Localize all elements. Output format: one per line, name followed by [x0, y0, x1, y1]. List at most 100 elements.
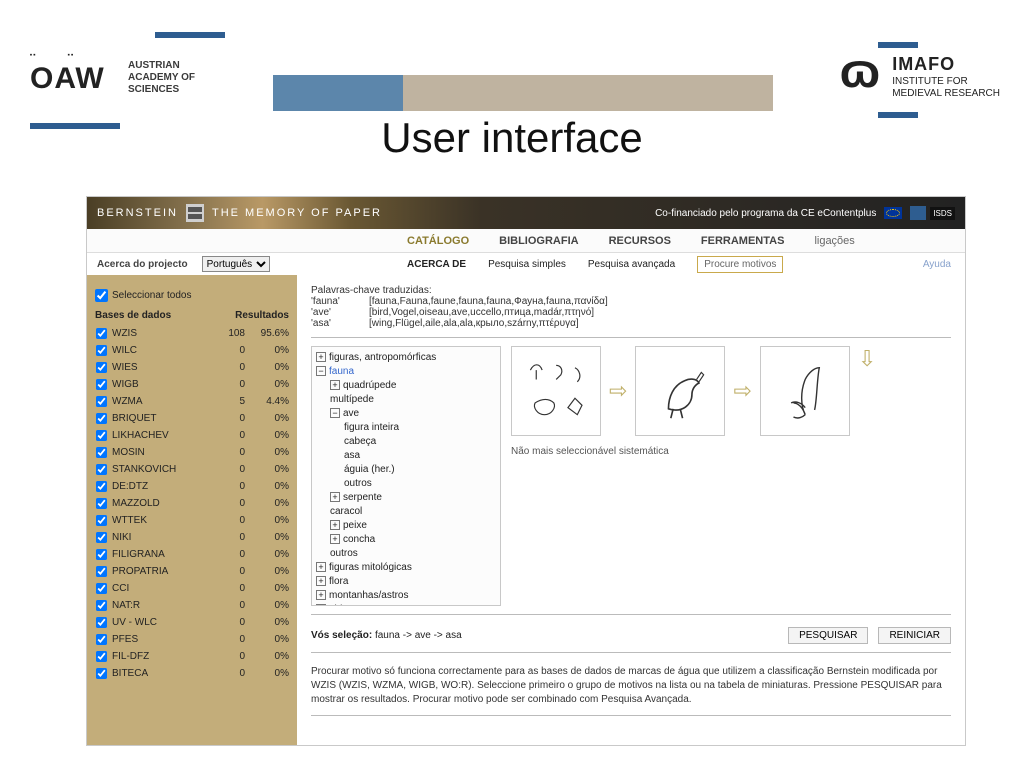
about-project-link[interactable]: Acerca do projecto [97, 259, 188, 270]
brand-name: BERNSTEIN [97, 207, 178, 219]
bird-icon [645, 356, 715, 426]
select-all-checkbox[interactable] [95, 289, 108, 302]
db-checkbox[interactable] [96, 396, 107, 407]
db-checkbox[interactable] [96, 566, 107, 577]
db-checkbox[interactable] [96, 328, 107, 339]
expand-icon[interactable]: + [330, 520, 340, 530]
nav-ferr[interactable]: FERRAMENTAS [701, 235, 785, 247]
expand-icon[interactable]: + [330, 534, 340, 544]
nav-ligacoes[interactable]: ligações [814, 235, 854, 247]
db-count: 0 [213, 345, 245, 356]
next-arrow-icon[interactable]: ⇨ [609, 378, 627, 404]
app-screenshot: BERNSTEIN THE MEMORY OF PAPER Co-financi… [86, 196, 966, 746]
nav-biblio[interactable]: BIBLIOGRAFIA [499, 235, 578, 247]
db-checkbox[interactable] [96, 651, 107, 662]
oaw-logo: ¨ ¨ OAW [30, 62, 105, 96]
keyword-row: 'ave'[bird,Vogel,oiseau,ave,uccello,птиц… [311, 307, 951, 318]
academy-label: AUSTRIAN ACADEMY OF SCIENCES [128, 60, 195, 96]
expand-icon[interactable]: + [330, 492, 340, 502]
translated-keywords: Palavras-chave traduzidas: 'fauna'[fauna… [311, 285, 951, 329]
col-db: Bases de dados [95, 310, 171, 321]
down-arrow-icon[interactable]: ⇩ [858, 346, 876, 372]
nav-catalogo[interactable]: CATÁLOGO [407, 235, 469, 247]
db-row: FILIGRANA00% [95, 546, 289, 563]
collapse-icon[interactable]: − [316, 366, 326, 376]
tab-motifs[interactable]: Procure motivos [697, 256, 783, 273]
motif-thumb[interactable] [635, 346, 725, 436]
db-count: 0 [213, 549, 245, 560]
help-link[interactable]: Ayuda [923, 259, 951, 270]
tab-acerca[interactable]: ACERCA DE [407, 259, 466, 270]
db-checkbox[interactable] [96, 362, 107, 373]
db-name: WZMA [112, 396, 209, 407]
main-nav: CATÁLOGO BIBLIOGRAFIA RECURSOS FERRAMENT… [87, 229, 965, 253]
db-percent: 0% [249, 634, 289, 645]
db-checkbox[interactable] [96, 379, 107, 390]
selection-label: Vós seleção: [311, 630, 372, 641]
db-percent: 0% [249, 651, 289, 662]
db-checkbox[interactable] [96, 447, 107, 458]
collapse-icon[interactable]: − [330, 408, 340, 418]
db-count: 0 [213, 362, 245, 373]
db-count: 0 [213, 413, 245, 424]
db-name: MAZZOLD [112, 498, 209, 509]
db-count: 0 [213, 651, 245, 662]
motif-thumb[interactable] [760, 346, 850, 436]
db-percent: 0% [249, 362, 289, 373]
reset-button[interactable]: REINICIAR [878, 627, 951, 644]
nav-recursos[interactable]: RECURSOS [609, 235, 671, 247]
db-count: 108 [213, 328, 245, 339]
db-checkbox[interactable] [96, 617, 107, 628]
next-arrow-icon[interactable]: ⇨ [733, 378, 751, 404]
db-row: NAT:R00% [95, 597, 289, 614]
sponsor-icon [910, 206, 926, 220]
db-checkbox[interactable] [96, 634, 107, 645]
db-name: LIKHACHEV [112, 430, 209, 441]
tab-advanced[interactable]: Pesquisa avançada [588, 259, 675, 270]
expand-icon[interactable]: + [330, 380, 340, 390]
db-row: WZMA54.4% [95, 393, 289, 410]
db-checkbox[interactable] [96, 668, 107, 679]
motif-thumb[interactable] [511, 346, 601, 436]
expand-icon[interactable]: + [316, 576, 326, 586]
db-row: CCI00% [95, 580, 289, 597]
cofin-text: Co-financiado pelo programa da CE eConte… [655, 208, 876, 219]
db-row: PFES00% [95, 631, 289, 648]
eu-flag-icon [884, 207, 902, 219]
motif-tree[interactable]: +figuras, antropomórficas −fauna +quadrú… [311, 346, 501, 606]
expand-icon[interactable]: + [316, 352, 326, 362]
db-checkbox[interactable] [96, 532, 107, 543]
db-percent: 0% [249, 600, 289, 611]
db-count: 0 [213, 634, 245, 645]
expand-icon[interactable]: + [316, 562, 326, 572]
db-checkbox[interactable] [96, 600, 107, 611]
db-sidebar: Seleccionar todos Bases de dados Resulta… [87, 275, 297, 745]
db-row: UV - WLC00% [95, 614, 289, 631]
db-percent: 0% [249, 481, 289, 492]
db-count: 0 [213, 481, 245, 492]
db-count: 0 [213, 566, 245, 577]
select-all-label: Seleccionar todos [112, 290, 192, 301]
db-checkbox[interactable] [96, 345, 107, 356]
db-name: WIGB [112, 379, 209, 390]
db-checkbox[interactable] [96, 464, 107, 475]
db-checkbox[interactable] [96, 583, 107, 594]
expand-icon[interactable]: + [316, 590, 326, 600]
db-checkbox[interactable] [96, 481, 107, 492]
db-name: WIES [112, 362, 209, 373]
db-count: 0 [213, 668, 245, 679]
db-checkbox[interactable] [96, 430, 107, 441]
db-name: STANKOVICH [112, 464, 209, 475]
selection-path: fauna -> ave -> asa [375, 630, 462, 641]
imafo-label: IMAFO INSTITUTE FOR MEDIEVAL RESEARCH [892, 48, 1000, 100]
search-button[interactable]: PESQUISAR [788, 627, 868, 644]
db-percent: 95.6% [249, 328, 289, 339]
db-checkbox[interactable] [96, 515, 107, 526]
tab-simple[interactable]: Pesquisa simples [488, 259, 566, 270]
language-select[interactable]: Português [202, 256, 270, 272]
db-checkbox[interactable] [96, 549, 107, 560]
expand-icon[interactable]: + [316, 604, 326, 606]
db-checkbox[interactable] [96, 413, 107, 424]
db-checkbox[interactable] [96, 498, 107, 509]
db-row: FIL-DFZ00% [95, 648, 289, 665]
